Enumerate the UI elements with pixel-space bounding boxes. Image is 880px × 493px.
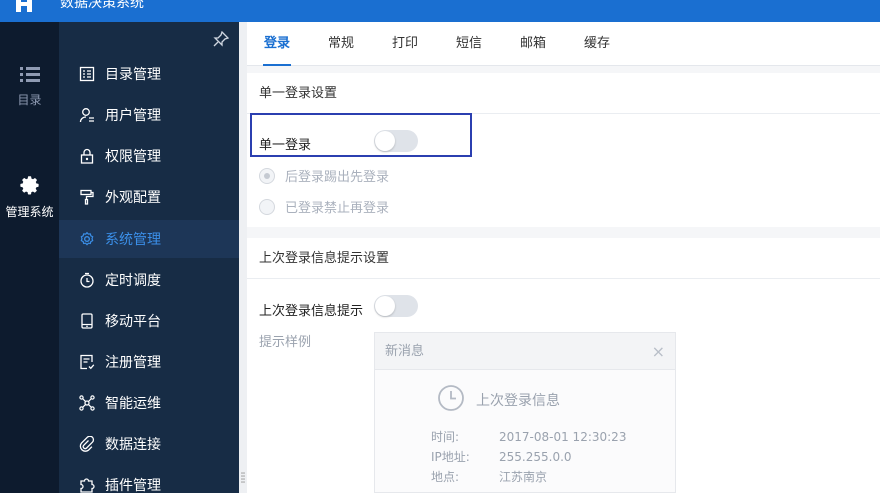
app-logo-icon <box>16 0 32 12</box>
notice-row-time: 时间: 2017-08-01 12:30:23 <box>431 428 626 445</box>
tab-email[interactable]: 邮箱 <box>519 22 547 66</box>
menu-item-ops[interactable]: 智能运维 <box>59 384 239 422</box>
menu-item-mobile[interactable]: 移动平台 <box>59 302 239 340</box>
menu-item-label: 移动平台 <box>105 314 161 330</box>
radio-dot <box>259 167 275 184</box>
notice-key: 地点: <box>431 470 460 484</box>
network-icon <box>79 395 95 411</box>
settings-tabs: 登录 常规 打印 短信 邮箱 缓存 <box>247 22 880 66</box>
notice-preview: 新消息 × 上次登录信息 时间: 2017-08-01 12:30:23 IP地址… <box>374 332 676 493</box>
rail-item-catalog[interactable]: 目录 <box>0 66 59 108</box>
notice-value: 江苏南京 <box>499 470 548 484</box>
app-title: 数据决策系统 <box>60 0 144 11</box>
tab-login[interactable]: 登录 <box>263 22 291 66</box>
toggle-knob <box>375 296 395 316</box>
register-icon <box>80 354 95 370</box>
menu-item-label: 智能运维 <box>105 396 161 412</box>
menu-item-register[interactable]: 注册管理 <box>59 343 239 381</box>
tab-cache[interactable]: 缓存 <box>583 22 611 66</box>
menu-item-catalog[interactable]: 目录管理 <box>59 55 239 93</box>
menu-item-label: 注册管理 <box>105 355 161 371</box>
main-content: 登录 常规 打印 短信 邮箱 缓存 单一登录设置 单一登录 后登录踢出先登录 已… <box>247 22 880 493</box>
puzzle-icon <box>80 478 95 493</box>
icon-rail: 目录 管理系统 <box>0 22 59 493</box>
radio-label: 已登录禁止再登录 <box>285 201 390 216</box>
tab-general[interactable]: 常规 <box>327 22 355 66</box>
timer-icon <box>80 272 94 288</box>
lock-icon <box>80 148 94 164</box>
notice-key: IP地址: <box>431 450 470 464</box>
menu-item-label: 外观配置 <box>105 190 161 206</box>
clock-icon <box>438 385 464 411</box>
link-icon <box>79 436 95 452</box>
menu-item-appearance[interactable]: 外观配置 <box>59 178 239 216</box>
gear-icon <box>80 231 94 246</box>
menu-item-plugins[interactable]: 插件管理 <box>59 466 239 493</box>
notice-header-text: 新消息 <box>385 344 425 359</box>
rail-item-management[interactable]: 管理系统 <box>0 174 59 220</box>
last-login-toggle[interactable] <box>374 295 418 317</box>
radio-forbid-relogin[interactable]: 已登录禁止再登录 <box>259 197 389 216</box>
section-title: 单一登录设置 <box>247 73 880 114</box>
notice-header: 新消息 × <box>375 333 675 370</box>
section-title: 上次登录信息提示设置 <box>247 238 880 279</box>
notice-value: 255.255.0.0 <box>499 450 572 464</box>
menu-item-data-connection[interactable]: 数据连接 <box>59 425 239 463</box>
menu-item-permissions[interactable]: 权限管理 <box>59 137 239 175</box>
notice-key: 时间: <box>431 430 460 444</box>
rail-item-label: 管理系统 <box>5 205 54 219</box>
last-login-label: 上次登录信息提示 <box>259 304 364 319</box>
user-icon <box>79 108 94 123</box>
panel-splitter[interactable] <box>239 22 247 493</box>
menu-item-label: 定时调度 <box>105 273 161 289</box>
close-icon[interactable]: × <box>652 333 665 370</box>
menu-item-label: 用户管理 <box>105 108 161 124</box>
top-bar: 数据决策系统 <box>0 0 880 22</box>
list-icon <box>19 67 40 82</box>
menu-item-scheduling[interactable]: 定时调度 <box>59 261 239 299</box>
drag-handle-icon <box>241 472 245 483</box>
side-menu: 目录管理 用户管理 权限管理 外观配置 系统管理 定时调度 移动平台 注册管理 … <box>59 22 239 493</box>
notice-value: 2017-08-01 12:30:23 <box>499 430 627 444</box>
rail-item-label: 目录 <box>17 93 42 107</box>
mobile-icon <box>81 313 93 329</box>
menu-item-label: 数据连接 <box>105 437 161 453</box>
menu-item-label: 插件管理 <box>105 478 161 493</box>
radio-label: 后登录踢出先登录 <box>285 170 390 185</box>
focus-highlight-box <box>250 113 472 157</box>
catalog-icon <box>79 66 95 82</box>
example-label: 提示样例 <box>259 335 312 350</box>
notice-title: 上次登录信息 <box>476 393 560 409</box>
tab-print[interactable]: 打印 <box>391 22 419 66</box>
menu-item-label: 权限管理 <box>105 149 161 165</box>
pin-icon[interactable] <box>213 31 229 47</box>
menu-item-label: 系统管理 <box>105 232 161 248</box>
menu-item-users[interactable]: 用户管理 <box>59 96 239 134</box>
paint-roller-icon <box>80 189 94 205</box>
tab-sms[interactable]: 短信 <box>455 22 483 66</box>
notice-row-ip: IP地址: 255.255.0.0 <box>431 448 572 465</box>
notice-row-location: 地点: 江苏南京 <box>431 468 547 485</box>
radio-kick-previous[interactable]: 后登录踢出先登录 <box>259 166 389 185</box>
gear-icon <box>19 176 39 195</box>
radio-dot <box>259 198 275 215</box>
menu-item-system[interactable]: 系统管理 <box>59 220 239 258</box>
menu-item-label: 目录管理 <box>105 67 161 83</box>
